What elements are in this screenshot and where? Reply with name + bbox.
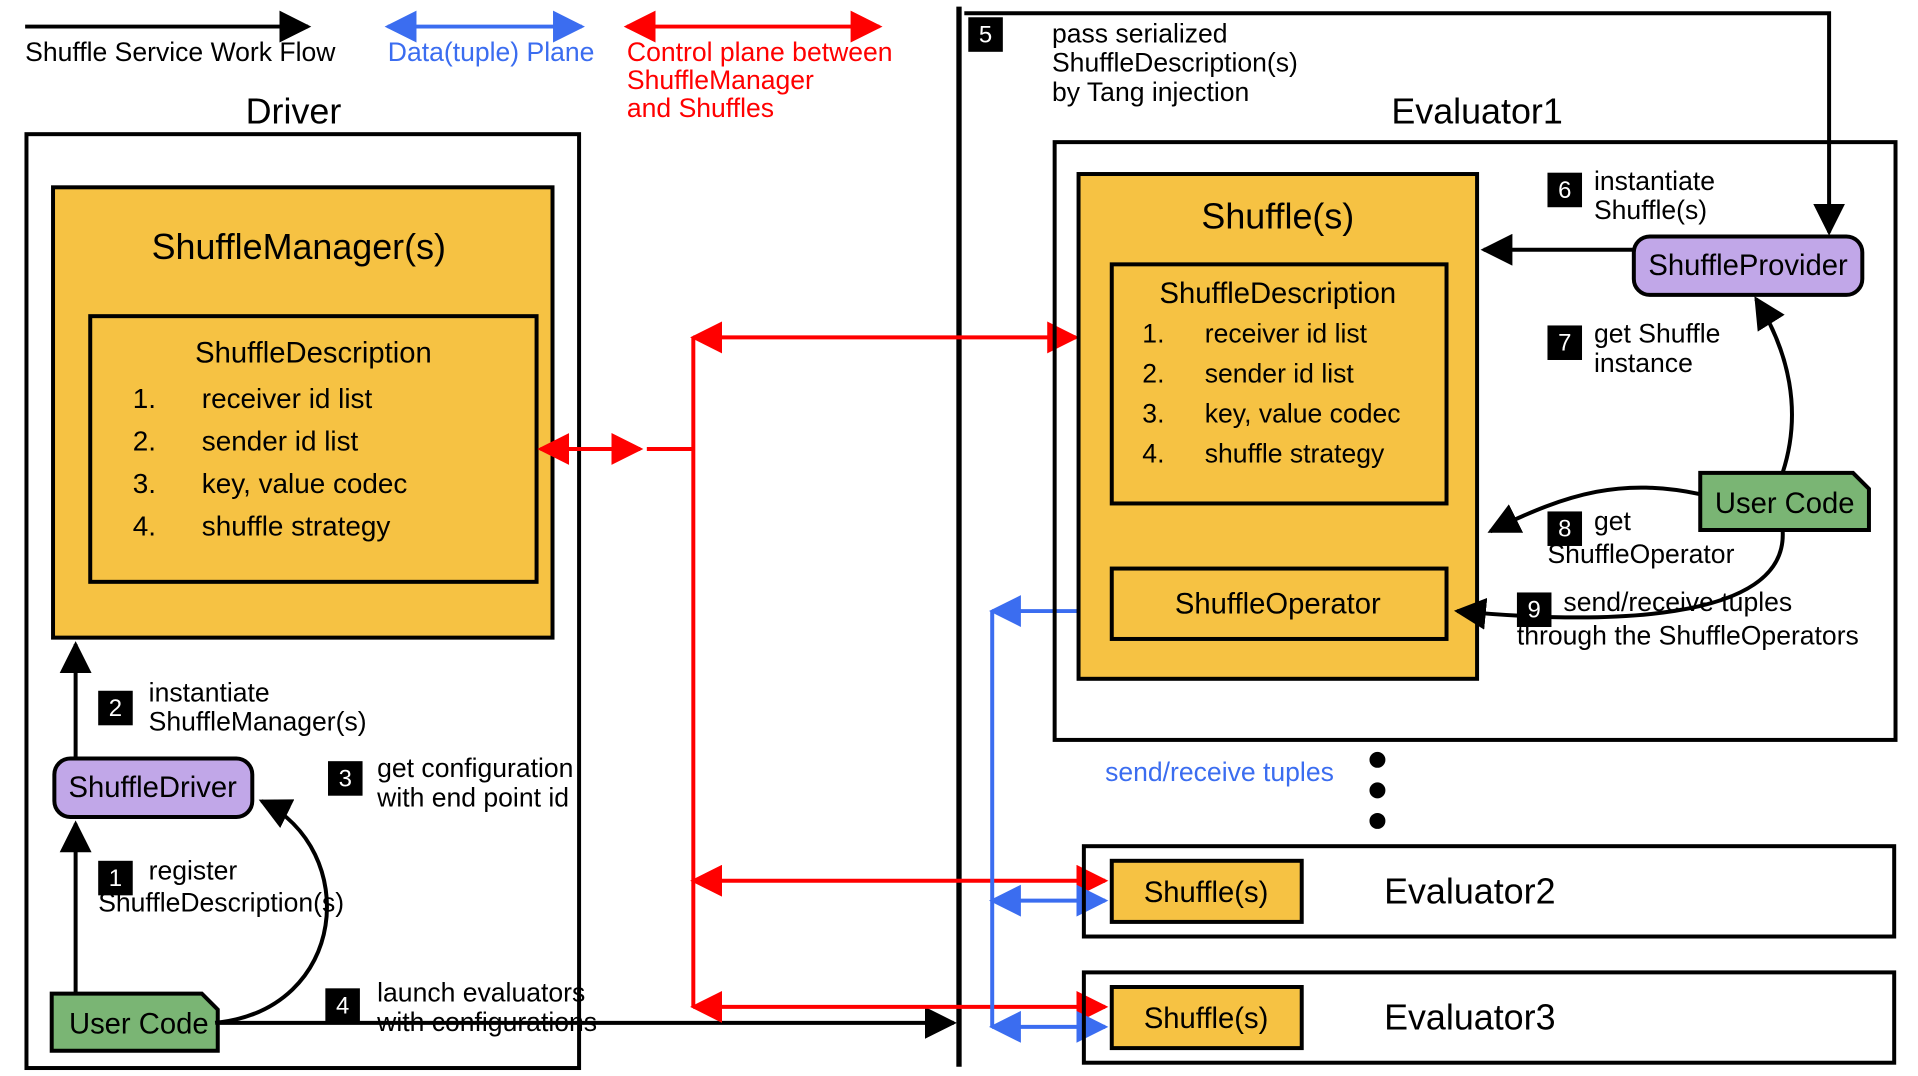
step3-l2: with end point id	[376, 782, 569, 812]
step9-l1: send/receive tuples	[1563, 587, 1792, 617]
step4-l2: with configurations	[376, 1007, 597, 1037]
step7-l1: get Shuffle	[1594, 319, 1720, 349]
driver-desc-n3: 3.	[133, 468, 156, 499]
driver-title: Driver	[246, 92, 342, 132]
shuffles-title: Shuffle(s)	[1201, 196, 1354, 236]
badge-6-num: 6	[1558, 177, 1571, 204]
eval-desc-v1: receiver id list	[1205, 319, 1368, 349]
badge-7-num: 7	[1558, 330, 1571, 357]
evaluator3-title: Evaluator3	[1384, 998, 1555, 1038]
legend-label-controlplane-3: and Shuffles	[627, 93, 774, 123]
ellipsis-dot	[1369, 782, 1385, 798]
driver-desc-v2: sender id list	[202, 425, 359, 456]
shuffle-provider-label: ShuffleProvider	[1648, 250, 1848, 282]
eval-desc-v3: key, value codec	[1205, 398, 1401, 428]
badge-3-num: 3	[339, 765, 352, 792]
badge-4-num: 4	[336, 993, 349, 1020]
driver-desc-title: ShuffleDescription	[195, 338, 432, 370]
eval-desc-n3: 3.	[1142, 398, 1164, 428]
eval-desc-n4: 4.	[1142, 438, 1164, 468]
step2-l2: ShuffleManager(s)	[149, 707, 367, 737]
driver-user-code-label: User Code	[69, 1008, 209, 1040]
legend-label-controlplane-1: Control plane between	[627, 37, 893, 67]
evaluator2-shuffle-label: Shuffle(s)	[1144, 877, 1269, 909]
step5-l3: by Tang injection	[1052, 77, 1249, 107]
legend-label-controlplane-2: ShuffleManager	[627, 65, 814, 95]
driver-desc-v1: receiver id list	[202, 383, 373, 414]
driver-desc-n1: 1.	[133, 383, 156, 414]
step7-l2: instance	[1594, 348, 1693, 378]
step8-l2: ShuffleOperator	[1547, 539, 1734, 569]
step4-l1: launch evaluators	[377, 978, 585, 1008]
step8-l1: get	[1594, 506, 1632, 536]
step1-l1: register	[149, 855, 238, 885]
step6-l2: Shuffle(s)	[1594, 195, 1707, 225]
ellipsis-dot	[1369, 752, 1385, 768]
driver-desc-n2: 2.	[133, 425, 156, 456]
legend-label-dataplane: Data(tuple) Plane	[388, 37, 595, 67]
eval-desc-v4: shuffle strategy	[1205, 438, 1385, 468]
evaluator1-title: Evaluator1	[1391, 92, 1562, 132]
badge-5-num: 5	[979, 22, 992, 49]
step1-l2: ShuffleDescription(s)	[98, 887, 344, 917]
driver-desc-v4: shuffle strategy	[202, 510, 391, 541]
eval-desc-n1: 1.	[1142, 319, 1164, 349]
step5-l2: ShuffleDescription(s)	[1052, 48, 1298, 78]
badge-2-num: 2	[109, 695, 122, 722]
send-receive-tuples-label: send/receive tuples	[1105, 757, 1334, 787]
evaluator3-shuffle-label: Shuffle(s)	[1144, 1003, 1269, 1035]
driver-desc-v3: key, value codec	[202, 468, 408, 499]
step3-l1: get configuration	[377, 753, 573, 783]
eval-desc-title: ShuffleDescription	[1160, 278, 1397, 310]
evaluator2-title: Evaluator2	[1384, 871, 1555, 911]
shuffle-driver-label: ShuffleDriver	[68, 772, 237, 804]
eval-desc-v2: sender id list	[1205, 359, 1355, 389]
step5-l1: pass serialized	[1052, 19, 1228, 49]
eval-desc-n2: 2.	[1142, 359, 1164, 389]
shuffle-manager-title: ShuffleManager(s)	[152, 227, 446, 267]
step9-l2: through the ShuffleOperators	[1517, 620, 1859, 650]
arrow-step7	[1756, 299, 1792, 473]
ellipsis-dot	[1369, 813, 1385, 829]
driver-desc-n4: 4.	[133, 510, 156, 541]
step2-l1: instantiate	[149, 677, 270, 707]
legend-label-workflow: Shuffle Service Work Flow	[25, 37, 336, 67]
shuffle-operator-label: ShuffleOperator	[1175, 589, 1381, 621]
eval-user-code-label: User Code	[1715, 488, 1855, 520]
step6-l1: instantiate	[1594, 166, 1715, 196]
diagram: Shuffle Service Work Flow Data(tuple) Pl…	[0, 0, 1918, 1076]
